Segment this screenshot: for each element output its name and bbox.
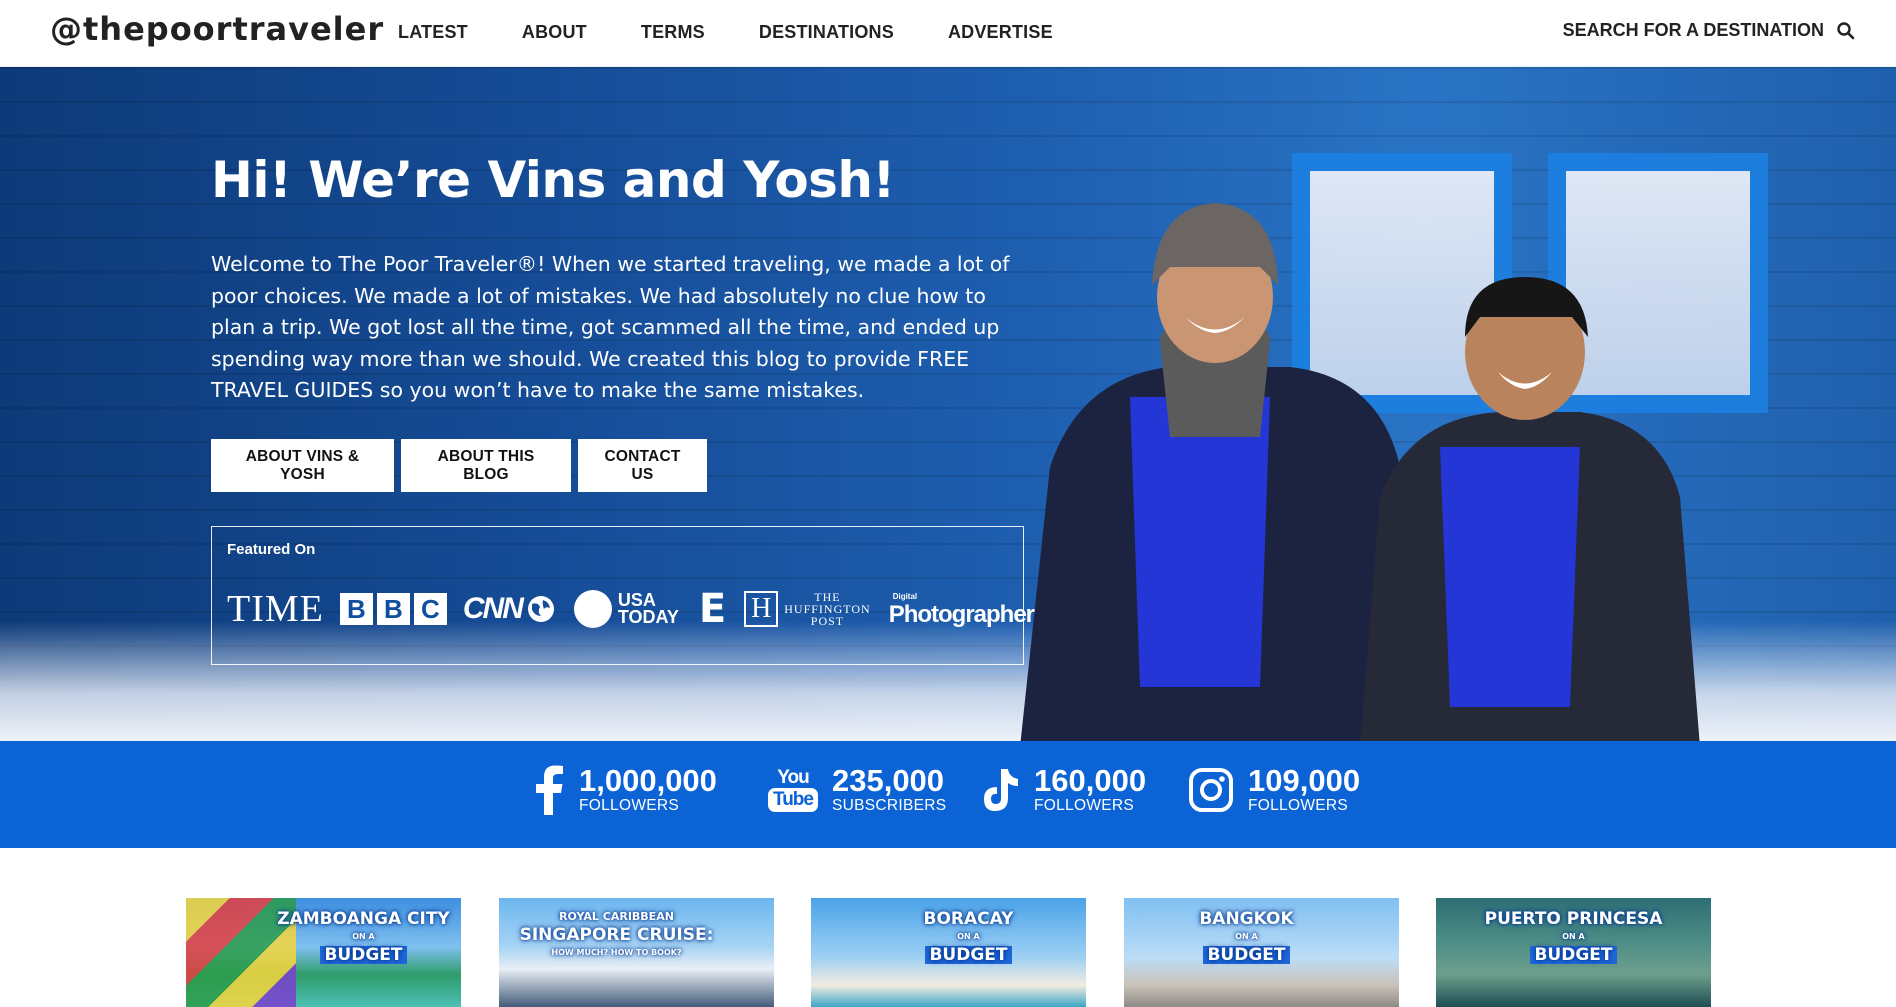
card-title: ZAMBOANGA CITY	[277, 909, 450, 929]
nav-terms[interactable]: TERMS	[641, 22, 705, 43]
youtube-label: SUBSCRIBERS	[831, 797, 947, 814]
main-nav: LATEST ABOUT TERMS DESTINATIONS ADVERTIS…	[398, 22, 1107, 43]
card-boracay[interactable]: BORACAY ON A BUDGET	[811, 898, 1086, 1007]
tiktok-count: 160,000	[1034, 763, 1147, 798]
instagram-stat-text: 109,000 FOLLOWERS	[1248, 765, 1360, 815]
nav-destinations[interactable]: DESTINATIONS	[759, 22, 894, 43]
tiktok-icon[interactable]	[980, 767, 1020, 813]
instagram-label: FOLLOWERS	[1248, 797, 1349, 814]
search-trigger[interactable]: SEARCH FOR A DESTINATION	[1563, 20, 1856, 41]
card-bangkok[interactable]: BANGKOK ON A BUDGET	[1124, 898, 1399, 1007]
usa-today-logo: USA TODAY	[573, 590, 679, 628]
hero-intro: Welcome to The Poor Traveler®! When we s…	[211, 252, 1010, 402]
youtube-stat[interactable]: You Tube 235,000 SUBSCRIBERS	[768, 765, 946, 815]
card-puerto-princesa[interactable]: PUERTO PRINCESA ON A BUDGET	[1436, 898, 1711, 1007]
time-logo: TIME	[227, 588, 324, 630]
bbc-logo: B B C	[339, 593, 447, 625]
contact-us-button[interactable]: CONTACT US	[578, 439, 707, 492]
instagram-icon[interactable]	[1188, 767, 1234, 813]
card-title: PUERTO PRINCESA	[1484, 909, 1663, 929]
cnn-logo: CNN	[463, 592, 556, 626]
card-singapore-cruise[interactable]: ROYAL CARIBBEAN SINGAPORE CRUISE: HOW MU…	[499, 898, 774, 1007]
tiktok-stat[interactable]: 160,000 FOLLOWERS	[980, 765, 1146, 815]
youtube-icon[interactable]: You Tube	[768, 768, 818, 812]
instagram-count: 109,000	[1248, 763, 1361, 798]
featured-on-box: Featured On TIME B B C CNN USA TODAY E H…	[211, 526, 1035, 665]
instagram-stat[interactable]: 109,000 FOLLOWERS	[1188, 765, 1360, 815]
card-title: BORACAY	[923, 909, 1014, 929]
youtube-count: 235,000	[831, 763, 945, 798]
site-logo[interactable]: @thepoortraveler	[50, 10, 384, 48]
huffpost-logo: H THE HUFFINGTON POST	[744, 591, 870, 627]
facebook-stat[interactable]: 1,000,000 FOLLOWERS	[533, 765, 717, 815]
e-logo: E	[698, 586, 727, 632]
hero-title: Hi! We’re Vins and Yosh!	[211, 151, 895, 209]
hero-photo-people	[1020, 203, 1700, 741]
card-zamboanga[interactable]: ZAMBOANGA CITY ON A BUDGET	[186, 898, 461, 1007]
youtube-stat-text: 235,000 SUBSCRIBERS	[832, 765, 946, 815]
hero-section: Hi! We’re Vins and Yosh! Welcome to The …	[0, 67, 1896, 741]
about-vins-yosh-button[interactable]: ABOUT VINS & YOSH	[211, 439, 394, 492]
search-icon[interactable]	[1836, 21, 1856, 41]
about-blog-button[interactable]: ABOUT THIS BLOG	[401, 439, 571, 492]
featured-on-label: Featured On	[227, 541, 316, 558]
search-label[interactable]: SEARCH FOR A DESTINATION	[1563, 20, 1824, 41]
site-header: @thepoortraveler LATEST ABOUT TERMS DEST…	[0, 0, 1896, 67]
nav-advertise[interactable]: ADVERTISE	[948, 22, 1053, 43]
tiktok-label: FOLLOWERS	[1034, 797, 1135, 814]
featured-logos: TIME B B C CNN USA TODAY E H THE HUFFING…	[227, 586, 1035, 632]
facebook-stat-text: 1,000,000 FOLLOWERS	[579, 765, 717, 815]
digital-photographer-logo: Digital Photographer	[888, 592, 1035, 628]
social-stats-bar: 1,000,000 FOLLOWERS You Tube 235,000 SUB…	[0, 741, 1896, 848]
facebook-icon[interactable]	[533, 765, 565, 815]
card-title: SINGAPORE CRUISE:	[519, 925, 714, 945]
hero-buttons: ABOUT VINS & YOSH ABOUT THIS BLOG CONTAC…	[211, 439, 707, 492]
tiktok-stat-text: 160,000 FOLLOWERS	[1034, 765, 1146, 815]
card-title: BANGKOK	[1199, 909, 1294, 929]
nav-latest[interactable]: LATEST	[398, 22, 468, 43]
facebook-count: 1,000,000	[579, 763, 717, 798]
globe-icon	[527, 596, 554, 622]
nav-about[interactable]: ABOUT	[522, 22, 587, 43]
facebook-label: FOLLOWERS	[579, 797, 680, 814]
